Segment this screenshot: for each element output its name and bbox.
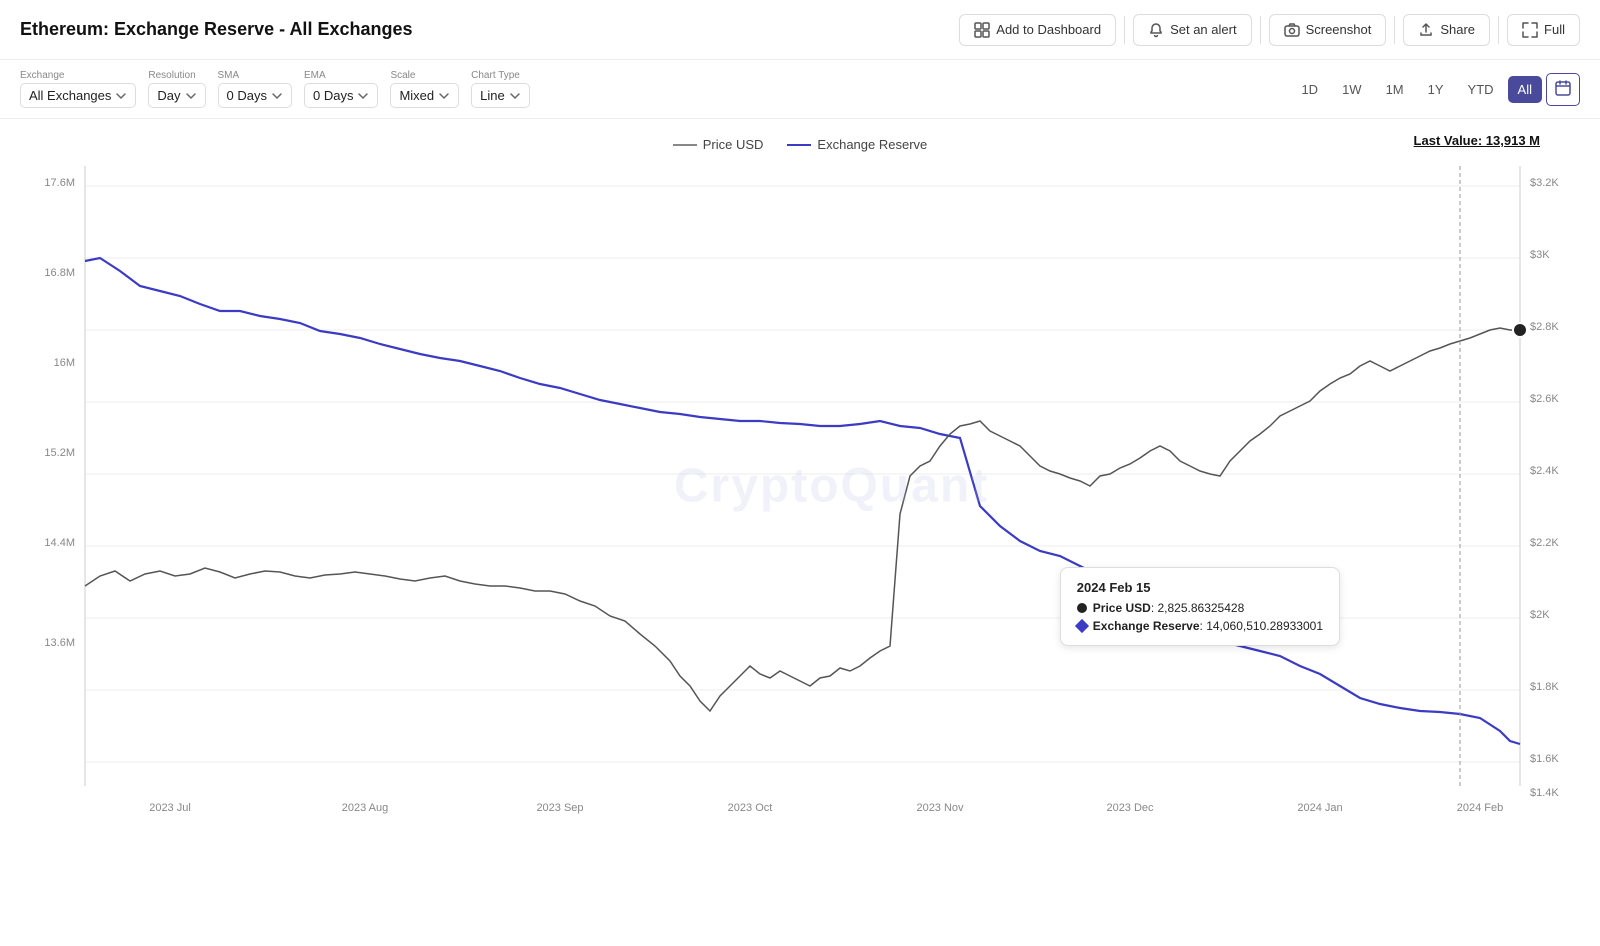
svg-text:16M: 16M	[54, 357, 75, 369]
svg-text:$3.2K: $3.2K	[1530, 177, 1559, 189]
chevron-down-icon	[271, 90, 283, 102]
page-title: Ethereum: Exchange Reserve - All Exchang…	[20, 19, 412, 40]
chart-toolbar: Exchange All Exchanges Resolution Day SM…	[0, 60, 1600, 119]
svg-text:$2.2K: $2.2K	[1530, 537, 1559, 549]
svg-text:$1.6K: $1.6K	[1530, 753, 1559, 765]
svg-text:2023 Aug: 2023 Aug	[342, 802, 389, 814]
price-dot	[1077, 603, 1087, 613]
chart-svg: 17.6M 16.8M 16M 15.2M 14.4M 13.6M $3.2K …	[20, 156, 1580, 816]
exchange-label: Exchange	[20, 70, 136, 81]
svg-text:$3K: $3K	[1530, 249, 1550, 261]
chart-container[interactable]: CryptoQuant 17.6M 16.8M 16M 15.2M 14.4M …	[20, 156, 1580, 816]
timerange-1w[interactable]: 1W	[1332, 76, 1372, 103]
chart-tooltip: 2024 Feb 15 Price USD: 2,825.86325428 Ex…	[1060, 567, 1340, 646]
page-header: Ethereum: Exchange Reserve - All Exchang…	[0, 0, 1600, 60]
svg-text:$2.4K: $2.4K	[1530, 465, 1559, 477]
svg-text:2023 Sep: 2023 Sep	[536, 802, 583, 814]
calendar-button[interactable]	[1546, 73, 1580, 106]
resolution-filter: Resolution Day	[148, 70, 205, 108]
screenshot-button[interactable]: Screenshot	[1269, 14, 1387, 46]
svg-text:15.2M: 15.2M	[44, 447, 75, 459]
chevron-down-icon	[509, 90, 521, 102]
set-alert-button[interactable]: Set an alert	[1133, 14, 1252, 46]
svg-text:2024 Feb: 2024 Feb	[1457, 802, 1503, 814]
ema-filter: EMA 0 Days	[304, 70, 378, 108]
legend-reserve-label: Exchange Reserve	[817, 137, 927, 152]
full-button[interactable]: Full	[1507, 14, 1580, 46]
chart-type-filter: Chart Type Line	[471, 70, 530, 108]
scale-select[interactable]: Mixed	[390, 83, 459, 108]
legend-gray-line	[673, 144, 697, 146]
reserve-dot	[1075, 619, 1089, 633]
chart-legend: Price USD Exchange Reserve	[0, 129, 1600, 156]
tooltip-price-label: Price USD: 2,825.86325428	[1093, 601, 1244, 615]
fullscreen-icon	[1522, 22, 1538, 38]
tooltip-date: 2024 Feb 15	[1077, 580, 1323, 595]
resolution-label: Resolution	[148, 70, 205, 81]
svg-text:2024 Jan: 2024 Jan	[1297, 802, 1342, 814]
timerange-controls: 1D 1W 1M 1Y YTD All	[1291, 73, 1580, 106]
sma-filter: SMA 0 Days	[218, 70, 292, 108]
legend-exchange-reserve: Exchange Reserve	[787, 137, 927, 152]
svg-text:2023 Nov: 2023 Nov	[916, 802, 964, 814]
exchange-filter: Exchange All Exchanges	[20, 70, 136, 108]
chevron-down-icon	[185, 90, 197, 102]
sma-label: SMA	[218, 70, 292, 81]
share-icon	[1418, 22, 1434, 38]
svg-text:$2.6K: $2.6K	[1530, 393, 1559, 405]
last-value-label: Last Value: 13,913 M	[1414, 133, 1540, 148]
scale-filter: Scale Mixed	[390, 70, 459, 108]
chevron-down-icon	[115, 90, 127, 102]
legend-price-label: Price USD	[703, 137, 764, 152]
svg-text:2023 Dec: 2023 Dec	[1106, 802, 1154, 814]
exchange-select[interactable]: All Exchanges	[20, 83, 136, 108]
svg-text:$1.4K: $1.4K	[1530, 787, 1559, 799]
svg-text:17.6M: 17.6M	[44, 177, 75, 189]
svg-text:16.8M: 16.8M	[44, 267, 75, 279]
divider	[1498, 16, 1499, 44]
svg-text:2023 Oct: 2023 Oct	[728, 802, 773, 814]
calendar-icon	[1555, 80, 1571, 96]
bell-icon	[1148, 22, 1164, 38]
divider	[1394, 16, 1395, 44]
share-button[interactable]: Share	[1403, 14, 1490, 46]
ema-label: EMA	[304, 70, 378, 81]
scale-label: Scale	[390, 70, 459, 81]
legend-price-usd: Price USD	[673, 137, 764, 152]
svg-text:$2K: $2K	[1530, 609, 1550, 621]
legend-blue-line	[787, 144, 811, 146]
camera-icon	[1284, 22, 1300, 38]
chart-type-label: Chart Type	[471, 70, 530, 81]
svg-text:$1.8K: $1.8K	[1530, 681, 1559, 693]
chart-area: Price USD Exchange Reserve Last Value: 1…	[0, 119, 1600, 826]
header-actions: Add to Dashboard Set an alert Screenshot	[959, 14, 1580, 46]
timerange-1m[interactable]: 1M	[1376, 76, 1414, 103]
resolution-select[interactable]: Day	[148, 83, 205, 108]
tooltip-reserve-row: Exchange Reserve: 14,060,510.28933001	[1077, 619, 1323, 633]
svg-text:$2.8K: $2.8K	[1530, 321, 1559, 333]
timerange-ytd[interactable]: YTD	[1458, 76, 1504, 103]
ema-select[interactable]: 0 Days	[304, 83, 378, 108]
svg-text:14.4M: 14.4M	[44, 537, 75, 549]
svg-text:13.6M: 13.6M	[44, 637, 75, 649]
tooltip-price-row: Price USD: 2,825.86325428	[1077, 601, 1323, 615]
timerange-all[interactable]: All	[1508, 76, 1542, 103]
sma-select[interactable]: 0 Days	[218, 83, 292, 108]
divider	[1260, 16, 1261, 44]
filter-controls: Exchange All Exchanges Resolution Day SM…	[20, 70, 530, 108]
chevron-down-icon	[438, 90, 450, 102]
timerange-1d[interactable]: 1D	[1291, 76, 1328, 103]
divider	[1124, 16, 1125, 44]
chevron-down-icon	[357, 90, 369, 102]
tooltip-reserve-label: Exchange Reserve: 14,060,510.28933001	[1093, 619, 1323, 633]
dashboard-icon	[974, 22, 990, 38]
svg-text:2023 Jul: 2023 Jul	[149, 802, 191, 814]
add-dashboard-button[interactable]: Add to Dashboard	[959, 14, 1116, 46]
chart-type-select[interactable]: Line	[471, 83, 530, 108]
timerange-1y[interactable]: 1Y	[1418, 76, 1454, 103]
